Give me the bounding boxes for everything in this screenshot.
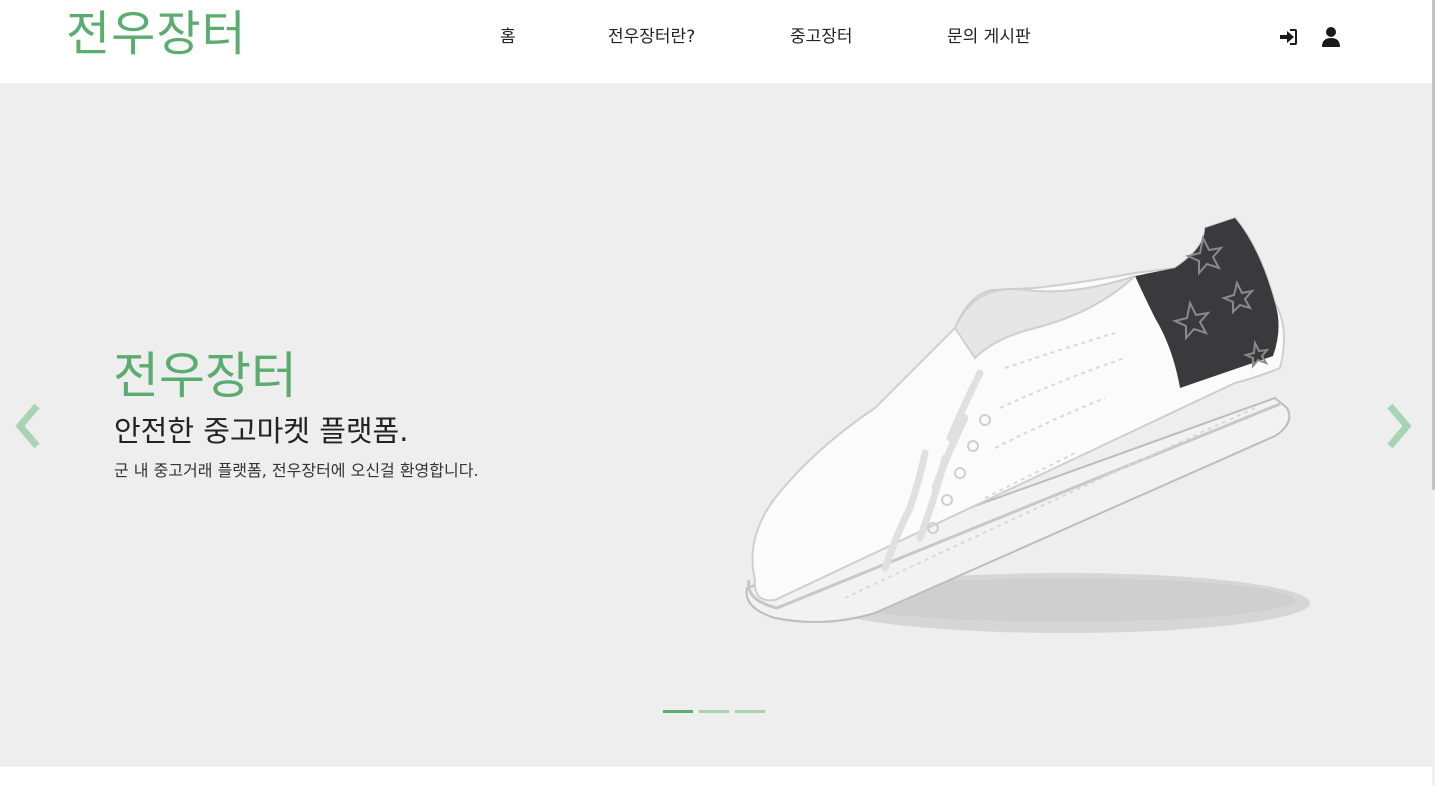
site-header: 전우장터 홈 전우장터란? 중고장터 문의 게시판	[0, 0, 1432, 83]
carousel-indicator-2[interactable]	[699, 710, 729, 713]
hero-description: 군 내 중고거래 플랫폼, 전우장터에 오신걸 환영합니다.	[114, 461, 479, 480]
hero-subtitle: 안전한 중고마켓 플랫폼.	[114, 414, 409, 448]
hero-carousel: 전우장터 안전한 중고마켓 플랫폼. 군 내 중고거래 플랫폼, 전우장터에 오…	[0, 83, 1432, 767]
white-sneaker-image	[745, 216, 1310, 633]
carousel-indicator-1[interactable]	[663, 710, 693, 713]
nav-about[interactable]: 전우장터란?	[608, 24, 695, 50]
carousel-prev-button[interactable]	[10, 401, 46, 451]
carousel-next-button[interactable]	[1381, 401, 1417, 451]
carousel-indicator-3[interactable]	[735, 710, 765, 713]
logo[interactable]: 전우장터	[66, 2, 247, 66]
nav-home[interactable]: 홈	[500, 24, 516, 50]
chevron-right-icon	[1387, 403, 1412, 449]
user-icon[interactable]	[1320, 26, 1342, 48]
hero-title: 전우장터	[113, 347, 297, 405]
page: 전우장터 홈 전우장터란? 중고장터 문의 게시판 전우장터 안전한 중고마켓 …	[0, 0, 1435, 785]
nav-inquiry-board[interactable]: 문의 게시판	[947, 24, 1031, 50]
nav-market[interactable]: 중고장터	[790, 24, 853, 50]
carousel-indicators	[663, 710, 765, 716]
sign-in-icon[interactable]	[1277, 26, 1299, 48]
chevron-left-icon	[15, 403, 40, 449]
